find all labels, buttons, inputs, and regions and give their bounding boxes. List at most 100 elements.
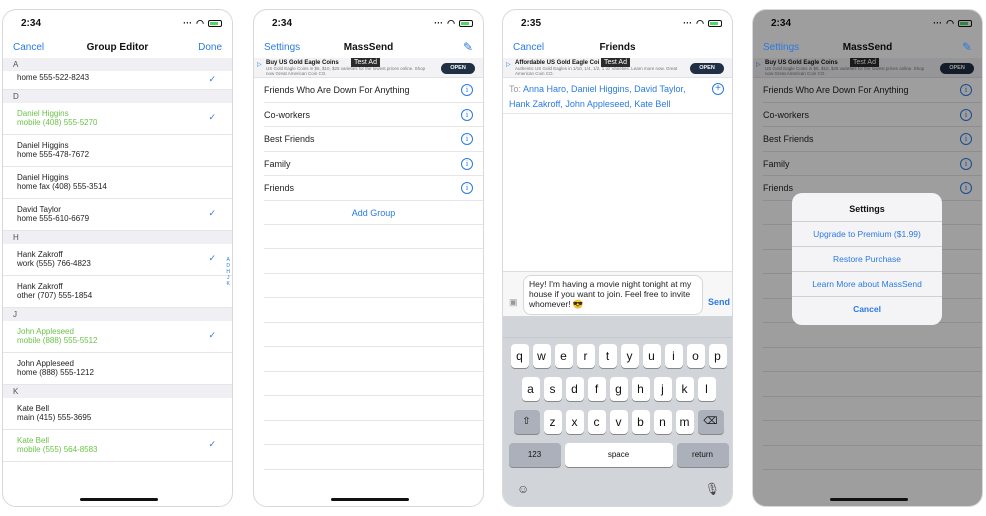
info-icon[interactable]: i bbox=[461, 133, 473, 145]
info-icon[interactable]: i bbox=[461, 108, 473, 121]
battery-icon bbox=[708, 19, 722, 27]
send-button[interactable]: Send bbox=[708, 297, 730, 307]
upgrade-premium-button[interactable]: Upgrade to Premium ($1.99) bbox=[792, 221, 942, 246]
key-c[interactable]: c bbox=[587, 410, 606, 434]
shift-key[interactable]: ⇧ bbox=[513, 410, 540, 434]
test-ad-label: Test Ad bbox=[351, 58, 380, 67]
emoji-icon[interactable]: ☺ bbox=[517, 482, 529, 496]
recipients-field[interactable]: To: Anna Haro, Daniel Higgins, David Tay… bbox=[503, 78, 732, 114]
add-recipient-icon[interactable]: + bbox=[712, 83, 724, 95]
ad-info-icon[interactable]: ▷ bbox=[257, 61, 262, 68]
key-z[interactable]: z bbox=[543, 410, 562, 434]
section-index[interactable]: ADHJK bbox=[226, 257, 230, 287]
key-b[interactable]: b bbox=[631, 410, 650, 434]
key-s[interactable]: s bbox=[543, 377, 562, 401]
key-i[interactable]: i bbox=[664, 344, 683, 368]
contact-name: Kate Bell bbox=[17, 436, 50, 445]
key-e[interactable]: e bbox=[554, 344, 573, 368]
ad-banner[interactable]: ▷ Buy US Gold Eagle Coins US Gold Eagle … bbox=[254, 58, 483, 78]
contact-phone: home 555-478-7672 bbox=[17, 150, 90, 159]
message-input[interactable]: Hey! I'm having a movie night tonight at… bbox=[523, 275, 703, 315]
contact-row[interactable]: John Appleseed mobile (888) 555-5512 ✓ bbox=[3, 321, 232, 353]
ad-open-button[interactable]: OPEN bbox=[441, 63, 475, 74]
microphone-icon[interactable]: 🎙 bbox=[705, 482, 720, 496]
camera-icon[interactable]: ▣ bbox=[509, 297, 518, 308]
contact-row[interactable]: David Taylor home 555-610-6679 ✓ bbox=[3, 199, 232, 231]
contact-row[interactable]: Daniel Higgins home 555-478-7672 bbox=[3, 135, 232, 167]
settings-button[interactable]: Settings bbox=[264, 42, 300, 53]
group-row[interactable]: Best Friends i bbox=[264, 127, 483, 152]
recipient-list[interactable]: Anna Haro, Daniel Higgins, David Taylor,… bbox=[509, 84, 685, 109]
contact-phone: home fax (408) 555-3514 bbox=[17, 182, 107, 191]
numbers-key[interactable]: 123 bbox=[508, 443, 561, 467]
contact-phone: mobile (555) 564-8583 bbox=[17, 445, 98, 454]
key-l[interactable]: l bbox=[697, 377, 716, 401]
delete-key[interactable]: ⌫ bbox=[697, 410, 724, 434]
settings-button[interactable]: Settings bbox=[763, 42, 799, 53]
contact-phone: main (415) 555-3695 bbox=[17, 413, 92, 422]
key-j[interactable]: j bbox=[653, 377, 672, 401]
status-bar: 2:35 ··· ◠ bbox=[503, 10, 732, 36]
keyboard-bottom-bar: ☺ 🎙 bbox=[503, 482, 732, 496]
key-k[interactable]: k bbox=[675, 377, 694, 401]
phone-settings-alert: 2:34 ··· ◠ Settings MassSend ✎ ▷ Buy US G… bbox=[752, 9, 983, 507]
cancel-button[interactable]: Cancel bbox=[13, 42, 44, 53]
key-a[interactable]: a bbox=[521, 377, 540, 401]
space-key[interactable]: space bbox=[564, 443, 673, 467]
phone-compose-message: 2:35 ··· ◠ Cancel Friends ▷ Affordable US… bbox=[502, 9, 733, 507]
alert-cancel-button[interactable]: Cancel bbox=[792, 296, 942, 321]
contact-row[interactable]: Kate Bell main (415) 555-3695 bbox=[3, 398, 232, 430]
group-row[interactable]: Co-workers i bbox=[264, 103, 483, 127]
key-q[interactable]: q bbox=[510, 344, 529, 368]
key-g[interactable]: g bbox=[609, 377, 628, 401]
index-letter[interactable]: K bbox=[226, 281, 230, 287]
key-r[interactable]: r bbox=[576, 344, 595, 368]
ad-info-icon[interactable]: ▷ bbox=[506, 61, 511, 68]
key-v[interactable]: v bbox=[609, 410, 628, 434]
key-h[interactable]: h bbox=[631, 377, 650, 401]
key-t[interactable]: t bbox=[598, 344, 617, 368]
restore-purchase-button[interactable]: Restore Purchase bbox=[792, 246, 942, 271]
contact-row[interactable]: Daniel Higgins mobile (408) 555-5270 ✓ bbox=[3, 103, 232, 135]
key-o[interactable]: o bbox=[686, 344, 705, 368]
add-group-button[interactable]: Add Group bbox=[264, 201, 483, 225]
key-u[interactable]: u bbox=[642, 344, 661, 368]
status-time: 2:34 bbox=[272, 17, 293, 29]
group-row[interactable]: Friends Who Are Down For Anything i bbox=[264, 78, 483, 103]
info-icon[interactable]: i bbox=[461, 182, 473, 194]
done-button[interactable]: Done bbox=[198, 42, 222, 53]
contact-name: Daniel Higgins bbox=[17, 173, 69, 182]
section-header: H bbox=[3, 231, 232, 244]
group-name: Co-workers bbox=[264, 109, 311, 120]
status-icons: ··· ◠ bbox=[183, 18, 222, 29]
cancel-button[interactable]: Cancel bbox=[513, 42, 544, 53]
contact-name: David Taylor bbox=[17, 205, 61, 214]
compose-icon[interactable]: ✎ bbox=[962, 40, 972, 54]
test-ad-label: Test Ad bbox=[601, 58, 630, 67]
ad-banner[interactable]: ▷ Affordable US Gold Eagle Coi Authentic… bbox=[503, 58, 732, 78]
key-w[interactable]: w bbox=[532, 344, 551, 368]
compose-icon[interactable]: ✎ bbox=[463, 40, 473, 54]
info-icon[interactable]: i bbox=[461, 157, 473, 170]
key-p[interactable]: p bbox=[708, 344, 727, 368]
contact-row[interactable]: Hank Zakroff other (707) 555-1854 bbox=[3, 276, 232, 308]
contact-row[interactable]: Hank Zakroff work (555) 766-4823 ✓ bbox=[3, 244, 232, 276]
contact-row[interactable]: Kate Bell mobile (555) 564-8583 ✓ bbox=[3, 430, 232, 462]
key-f[interactable]: f bbox=[587, 377, 606, 401]
ad-open-button[interactable]: OPEN bbox=[690, 63, 724, 74]
learn-more-button[interactable]: Learn More about MassSend bbox=[792, 271, 942, 296]
keyboard: qwertyuiop asdfghjkl ⇧ zxcvbnm ⌫ 123 spa… bbox=[503, 316, 732, 506]
key-x[interactable]: x bbox=[565, 410, 584, 434]
contact-row[interactable]: Daniel Higgins home fax (408) 555-3514 bbox=[3, 167, 232, 199]
contact-row[interactable]: John Appleseed home (888) 555-1212 bbox=[3, 353, 232, 385]
contact-phone: home (888) 555-1212 bbox=[17, 368, 94, 377]
contact-row[interactable]: home 555-522-8243 ✓ bbox=[3, 71, 232, 90]
return-key[interactable]: return bbox=[676, 443, 729, 467]
key-n[interactable]: n bbox=[653, 410, 672, 434]
group-row[interactable]: Family i bbox=[264, 152, 483, 176]
info-icon[interactable]: i bbox=[461, 84, 473, 96]
key-m[interactable]: m bbox=[675, 410, 694, 434]
key-d[interactable]: d bbox=[565, 377, 584, 401]
key-y[interactable]: y bbox=[620, 344, 639, 368]
group-row[interactable]: Friends i bbox=[264, 176, 483, 201]
